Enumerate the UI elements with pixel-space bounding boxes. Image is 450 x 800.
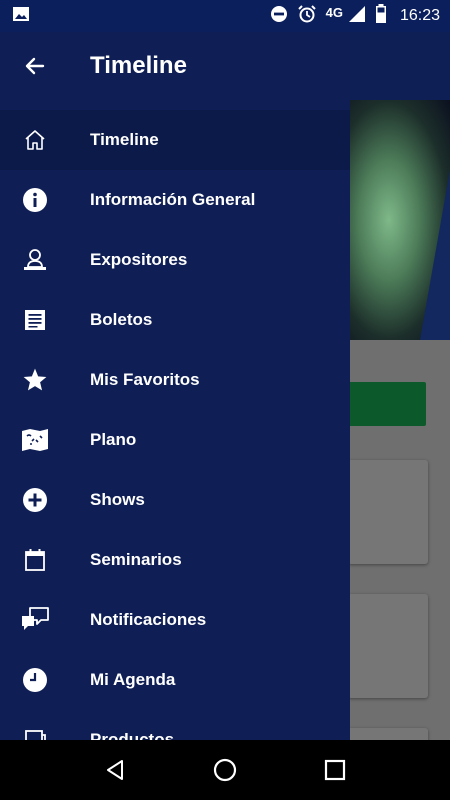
menu-item-label: Productos <box>90 730 175 740</box>
menu-item-label: Mis Favoritos <box>90 370 200 389</box>
menu-item-productos[interactable]: Productos <box>0 710 350 740</box>
background-card <box>348 594 428 698</box>
menu-item-label: Seminarios <box>90 550 182 569</box>
ticket-icon <box>20 305 50 335</box>
alarm-icon <box>297 4 317 29</box>
chat-icon <box>20 605 50 635</box>
drawer-header: Timeline <box>0 32 350 100</box>
home-nav-icon[interactable] <box>205 750 245 790</box>
menu-item-label: Timeline <box>90 130 159 149</box>
product-icon <box>20 725 50 740</box>
system-navigation-bar <box>0 740 450 800</box>
status-right: 4G 16:23 <box>270 3 440 29</box>
exhibitor-icon <box>20 245 50 275</box>
menu-item-label: Plano <box>90 430 137 449</box>
menu-item-label: Mi Agenda <box>90 670 176 689</box>
menu-item-label: Notificaciones <box>90 610 207 629</box>
clock-icon <box>20 665 50 695</box>
home-icon <box>20 125 50 155</box>
menu-item-plano[interactable]: Plano <box>0 410 350 470</box>
status-bar: 4G 16:23 <box>0 0 450 32</box>
navigation-drawer: Timeline Timeline Información General Ex… <box>0 32 350 740</box>
menu-item-mi-agenda[interactable]: Mi Agenda <box>0 650 350 710</box>
menu-item-expositores[interactable]: Expositores <box>0 230 350 290</box>
menu-item-seminarios[interactable]: Seminarios <box>0 530 350 590</box>
do-not-disturb-icon <box>270 5 288 28</box>
status-time: 16:23 <box>399 7 440 24</box>
menu-item-label: Información General <box>90 190 256 209</box>
network-type-label: 4G <box>325 4 343 20</box>
photo-accent-shape <box>420 170 450 340</box>
menu-item-label: Shows <box>90 490 145 509</box>
background-green-button <box>348 382 426 426</box>
map-icon <box>20 425 50 455</box>
menu-item-timeline[interactable]: Timeline <box>0 110 350 170</box>
signal-icon <box>348 5 366 28</box>
drawer-menu: Timeline Información General Expositores… <box>0 110 350 740</box>
status-left <box>12 5 30 28</box>
star-icon <box>20 365 50 395</box>
background-card <box>348 728 428 740</box>
background-photo <box>348 100 450 340</box>
drawer-title: Timeline <box>90 52 187 79</box>
menu-item-notificaciones[interactable]: Notificaciones <box>0 590 350 650</box>
recents-nav-icon[interactable] <box>315 750 355 790</box>
menu-item-mis-favoritos[interactable]: Mis Favoritos <box>0 350 350 410</box>
menu-item-label: Boletos <box>90 310 153 329</box>
image-icon <box>12 5 30 28</box>
add-circle-icon <box>20 485 50 515</box>
background-card <box>348 460 428 564</box>
calendar-icon <box>20 545 50 575</box>
menu-item-shows[interactable]: Shows <box>0 470 350 530</box>
back-nav-icon[interactable] <box>95 750 135 790</box>
menu-item-label: Expositores <box>90 250 188 269</box>
info-icon <box>20 185 50 215</box>
back-arrow-icon[interactable] <box>22 53 48 79</box>
menu-item-boletos[interactable]: Boletos <box>0 290 350 350</box>
battery-icon <box>375 3 387 29</box>
menu-item-informacion-general[interactable]: Información General <box>0 170 350 230</box>
